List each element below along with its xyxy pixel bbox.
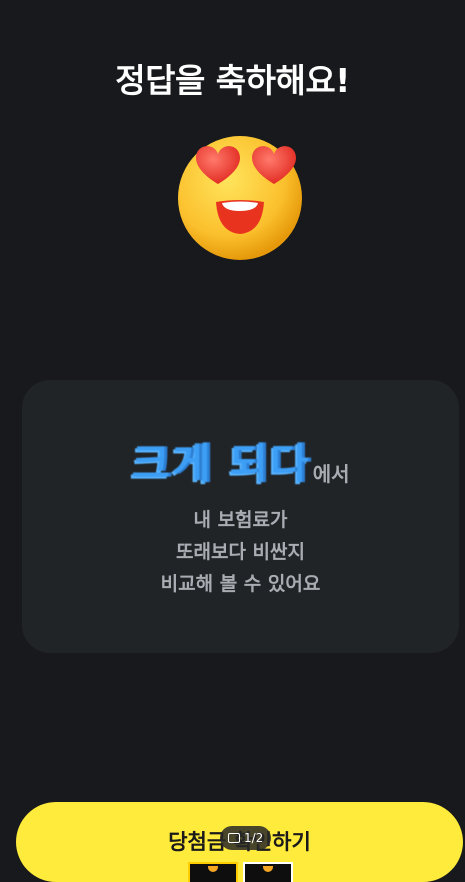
heart-eyes-emoji-icon [178,136,302,260]
card-line-3: 비교해 볼 수 있어요 [160,573,321,595]
celebration-screen: 정답을 축하해요! 크게 되다 에서 내 보험료가 또래보다 비싼지 비교해 볼 … [0,0,465,882]
image-icon [228,833,240,843]
card-line-2: 또래보다 비싼지 [176,541,305,563]
page-title: 정답을 축하해요! [115,61,350,100]
thumbnail-2[interactable] [243,862,293,882]
page-indicator: 1/2 [220,826,272,850]
card-description: 내 보험료가 또래보다 비싼지 비교해 볼 수 있어요 [22,504,459,600]
thumbnail-emoji-icon [263,866,273,872]
brand-suffix-text: 에서 [312,462,350,486]
thumbnail-1[interactable] [188,862,238,882]
thumbnail-emoji-icon [208,866,218,872]
page-indicator-text: 1/2 [244,831,264,845]
brand-logo-text: 크게 되다 [131,439,311,488]
card-line-1: 내 보험료가 [193,509,288,531]
brand-row: 크게 되다 에서 [22,430,459,491]
promo-card: 크게 되다 에서 내 보험료가 또래보다 비싼지 비교해 볼 수 있어요 [22,380,459,653]
